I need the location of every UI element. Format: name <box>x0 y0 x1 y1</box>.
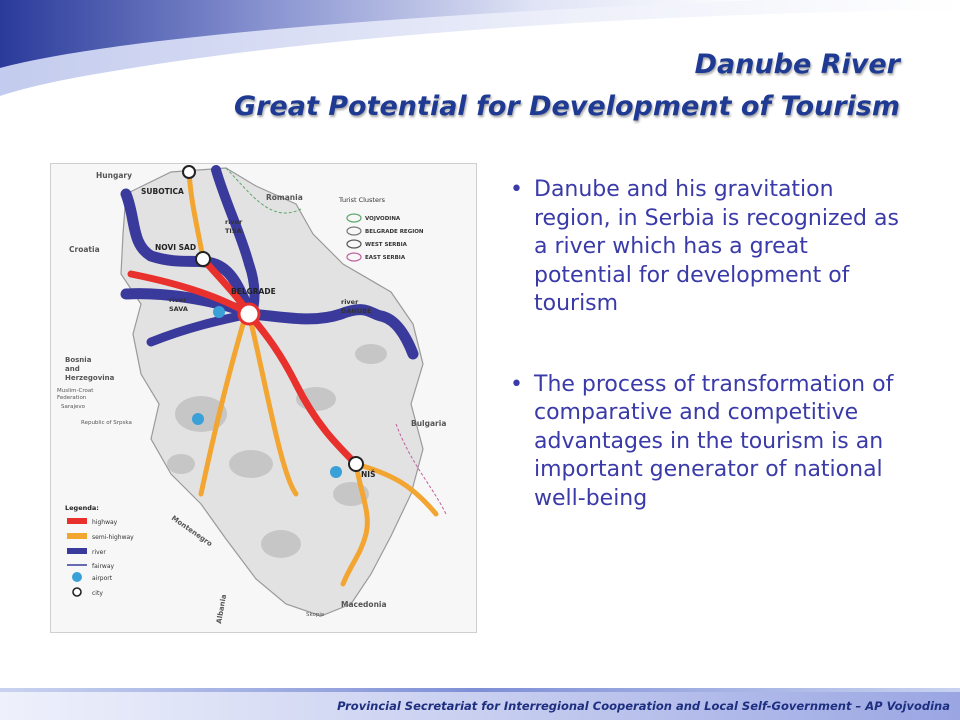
label-federation-1: Muslim-Croat <box>57 388 94 394</box>
cluster-vojvodina: VOJVODINA <box>365 216 401 222</box>
label-danube-2: DANUBE <box>341 307 372 315</box>
slide-title: Danube River Great Potential for Develop… <box>234 44 900 128</box>
label-nis: NIŠ <box>361 470 375 479</box>
label-sarajevo: Sarajevo <box>61 404 86 410</box>
label-romania: Romania <box>266 193 303 202</box>
map-canvas: SUBOTICA NOVI SAD BELGRADE NIŠ river TIS… <box>57 165 447 624</box>
map-legend: Legenda: highway semi-highway river fair… <box>65 504 134 597</box>
legend-highway: highway <box>92 519 118 526</box>
legend-city: city <box>92 590 103 597</box>
bullet-glyph: • <box>510 371 523 397</box>
title-line-1: Danube River <box>694 49 900 80</box>
bullet-item: • The process of transformation of compa… <box>510 371 900 514</box>
label-novi-sad: NOVI SAD <box>155 243 196 252</box>
cluster-west-serbia: WEST SERBIA <box>365 242 408 248</box>
bullet-list: • Danube and his gravitation region, in … <box>510 176 900 565</box>
tourist-clusters-legend: Turist Clusters VOJVODINA BELGRADE REGIO… <box>338 196 424 262</box>
legend-fairway: fairway <box>92 563 115 570</box>
label-tisa-2: TISA <box>225 227 242 235</box>
label-croatia: Croatia <box>69 245 100 254</box>
label-hungary: Hungary <box>96 171 132 180</box>
label-subotica: SUBOTICA <box>141 187 184 196</box>
label-sava-1: river <box>169 296 187 304</box>
label-bosnia-1: Bosnia <box>65 356 92 364</box>
legend-river: river <box>92 549 106 556</box>
label-bosnia-3: Herzegovina <box>65 374 115 382</box>
label-bosnia-2: and <box>65 365 80 373</box>
label-srpska: Republic of Srpska <box>81 420 132 426</box>
clusters-title: Turist Clusters <box>338 196 386 204</box>
legend-title: Legenda: <box>65 504 99 512</box>
legend-semi-highway: semi-highway <box>92 534 134 541</box>
cluster-belgrade-region: BELGRADE REGION <box>365 229 424 235</box>
footer-text: Provincial Secretariat for Interregional… <box>337 699 950 713</box>
legend-airport: airport <box>92 575 113 582</box>
serbia-tourism-map: SUBOTICA NOVI SAD BELGRADE NIŠ river TIS… <box>50 163 477 633</box>
label-macedonia: Macedonia <box>341 600 387 609</box>
cluster-east-serbia: EAST SERBIA <box>365 255 406 261</box>
bullet-glyph: • <box>510 177 523 202</box>
label-albania: Albania <box>215 593 228 624</box>
label-bulgaria: Bulgaria <box>411 419 446 428</box>
label-belgrade: BELGRADE <box>231 287 276 296</box>
footer: Provincial Secretariat for Interregional… <box>0 692 960 720</box>
bullet-item: • Danube and his gravitation region, in … <box>510 176 900 319</box>
label-danube-1: river <box>341 298 359 306</box>
label-federation-2: Federation <box>57 395 87 401</box>
label-tisa-1: river <box>225 218 243 226</box>
label-sava-2: SAVA <box>169 305 188 313</box>
label-skopje: Skopje <box>306 612 325 618</box>
label-montenegro: Montenegro <box>170 514 214 548</box>
bullet-text-2: The process of transformation of compara… <box>534 371 894 511</box>
bullet-text-1: Danube and his gravitation region, in Se… <box>534 177 899 316</box>
title-line-2: Great Potential for Development of Touri… <box>233 91 900 122</box>
